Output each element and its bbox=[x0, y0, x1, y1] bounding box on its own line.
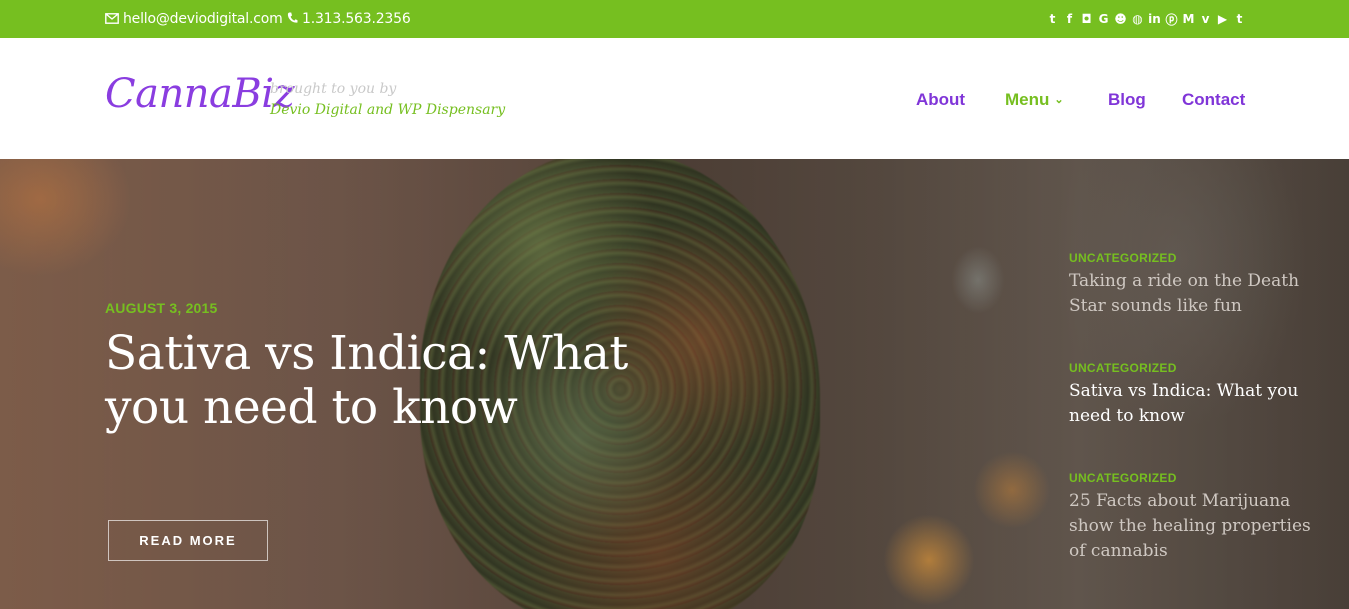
site-header: CannaBiz brought to you by Devio Digital… bbox=[0, 38, 1349, 160]
youtube-icon[interactable]: ▶ bbox=[1216, 12, 1229, 26]
sidebar-post-title[interactable]: 25 Facts about Marijuana show the healin… bbox=[1069, 489, 1329, 564]
sidebar-post[interactable]: UNCATEGORIZED Taking a ride on the Death… bbox=[1069, 251, 1329, 319]
sidebar-post[interactable]: UNCATEGORIZED 25 Facts about Marijuana s… bbox=[1069, 471, 1329, 564]
site-logo[interactable]: CannaBiz bbox=[105, 71, 295, 117]
facebook-icon[interactable]: f bbox=[1063, 12, 1076, 26]
instagram-icon[interactable]: ◘ bbox=[1080, 12, 1093, 26]
sidebar-post-title[interactable]: Sativa vs Indica: What you need to know bbox=[1069, 379, 1329, 429]
post-title[interactable]: Sativa vs Indica: What you need to know bbox=[105, 327, 665, 435]
hero-slider: AUGUST 3, 2015 Sativa vs Indica: What yo… bbox=[0, 159, 1349, 609]
top-bar: hello@deviodigital.com 1.313.563.2356 t … bbox=[0, 0, 1349, 38]
brought-to-you-text: brought to you by bbox=[270, 81, 397, 97]
post-category[interactable]: UNCATEGORIZED bbox=[1069, 361, 1329, 375]
nav-contact[interactable]: Contact bbox=[1182, 90, 1245, 110]
read-more-button[interactable]: READ MORE bbox=[108, 520, 268, 561]
google-icon[interactable]: G bbox=[1097, 12, 1110, 26]
nav-menu-label: Menu bbox=[1005, 90, 1050, 109]
sidebar-post-title[interactable]: Taking a ride on the Death Star sounds l… bbox=[1069, 269, 1329, 319]
medium-icon[interactable]: M bbox=[1182, 12, 1195, 26]
post-date: AUGUST 3, 2015 bbox=[105, 300, 218, 316]
email-text: hello@deviodigital.com bbox=[123, 11, 283, 27]
envelope-icon bbox=[105, 11, 119, 29]
phone-link[interactable]: 1.313.563.2356 bbox=[287, 10, 411, 29]
nav-about[interactable]: About bbox=[916, 90, 965, 110]
phone-text: 1.313.563.2356 bbox=[302, 11, 411, 27]
nav-blog[interactable]: Blog bbox=[1108, 90, 1146, 110]
linkedin-icon[interactable]: in bbox=[1148, 12, 1161, 26]
twitter-icon[interactable]: t bbox=[1046, 12, 1059, 26]
chevron-down-icon: ⌄ bbox=[1054, 94, 1064, 106]
byline-text: Devio Digital and WP Dispensary bbox=[270, 102, 506, 118]
sidebar-post-active[interactable]: UNCATEGORIZED Sativa vs Indica: What you… bbox=[1069, 361, 1329, 429]
email-link[interactable]: hello@deviodigital.com bbox=[105, 10, 283, 29]
post-category[interactable]: UNCATEGORIZED bbox=[1069, 251, 1329, 265]
snapchat-icon[interactable]: ☻ bbox=[1114, 12, 1127, 26]
vine-icon[interactable]: v bbox=[1199, 12, 1212, 26]
phone-icon bbox=[287, 11, 298, 29]
nav-menu[interactable]: Menu ⌄ bbox=[1005, 90, 1064, 110]
pinterest-icon[interactable]: ⓟ bbox=[1165, 11, 1178, 28]
github-icon[interactable]: ◍ bbox=[1131, 12, 1144, 26]
post-category[interactable]: UNCATEGORIZED bbox=[1069, 471, 1329, 485]
social-icons: t f ◘ G ☻ ◍ in ⓟ M v ▶ t bbox=[1046, 9, 1246, 29]
tumblr-icon[interactable]: t bbox=[1233, 12, 1246, 26]
